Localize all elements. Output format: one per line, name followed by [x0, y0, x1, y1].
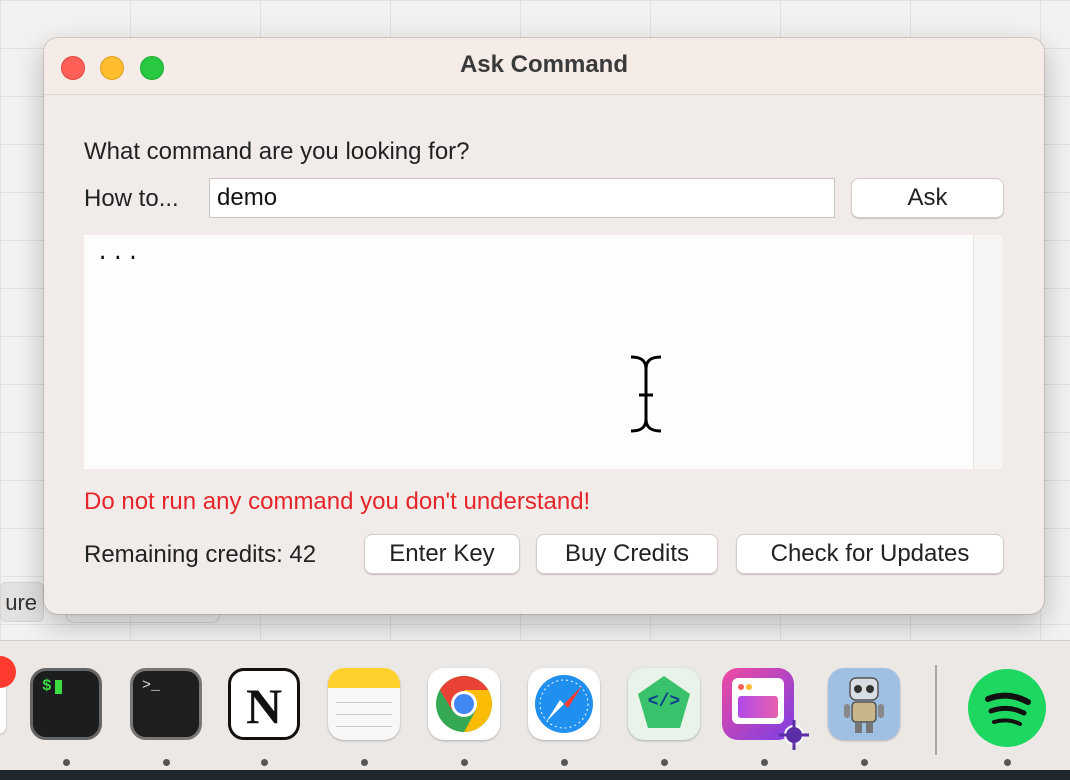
notes-line [336, 726, 392, 727]
screenshot-app-image [738, 696, 778, 718]
terminal-cursor-glyph [55, 680, 62, 694]
window-title: Ask Command [459, 51, 629, 78]
notes-line [336, 702, 392, 703]
robot-figure [844, 677, 884, 733]
terminal-app-icon[interactable]: $ [30, 668, 102, 740]
dock: $ >_ N </> [0, 640, 1070, 771]
notes-line [336, 714, 392, 715]
terminal-app-glyph: $ [42, 677, 52, 695]
chrome-logo [436, 676, 492, 732]
chrome-icon[interactable] [428, 668, 500, 740]
dock-running-indicator [361, 759, 368, 766]
dock-running-indicator [661, 759, 668, 766]
buy-credits-button[interactable]: Buy Credits [536, 534, 718, 574]
background-chip: ure [0, 582, 44, 622]
output-scrollbar[interactable] [973, 235, 1002, 469]
notion-icon[interactable]: N [228, 668, 300, 740]
dock-running-indicator [1004, 759, 1011, 766]
code-editor-icon[interactable]: </> [628, 668, 700, 740]
dock-running-indicator [861, 759, 868, 766]
dock-running-indicator [63, 759, 70, 766]
notion-glyph: N [245, 678, 283, 734]
remaining-credits: Remaining credits: 42 [84, 541, 317, 568]
query-input[interactable] [209, 178, 835, 218]
safari-compass [535, 675, 593, 733]
check-for-updates-button[interactable]: Check for Updates [736, 534, 1004, 574]
enter-key-button[interactable]: Enter Key [364, 534, 520, 574]
safari-icon[interactable] [528, 668, 600, 740]
spotify-icon[interactable] [968, 669, 1046, 747]
notes-header [328, 668, 400, 688]
title-bar[interactable]: Ask Command [44, 38, 1044, 95]
terminal-prompt-icon[interactable]: >_ [130, 668, 202, 740]
dock-running-indicator [561, 759, 568, 766]
code-editor-glyph: </> [647, 692, 681, 712]
ask-button[interactable]: Ask [851, 178, 1004, 218]
ask-command-window: Ask Command What command are you looking… [44, 38, 1044, 614]
terminal-prompt-glyph: >_ [142, 677, 161, 694]
prompt-label: What command are you looking for? [84, 138, 470, 165]
dock-running-indicator [761, 759, 768, 766]
screenshot-app-dot [738, 684, 744, 690]
how-to-label: How to... [84, 185, 179, 212]
dock-running-indicator [461, 759, 468, 766]
text-cursor-icon [630, 353, 662, 435]
screenshot-app-dot [746, 684, 752, 690]
dock-separator [935, 665, 937, 755]
dock-running-indicator [163, 759, 170, 766]
output-text: ... [96, 241, 142, 266]
warning-text: Do not run any command you don't underst… [84, 488, 591, 515]
spotify-waves [985, 692, 1031, 726]
dock-running-indicator [261, 759, 268, 766]
desktop-strip [0, 770, 1070, 780]
crosshair-icon [779, 720, 809, 750]
output-area[interactable]: ... [84, 235, 1002, 469]
robot-app-icon[interactable] [828, 668, 900, 740]
notes-icon[interactable] [328, 668, 400, 740]
